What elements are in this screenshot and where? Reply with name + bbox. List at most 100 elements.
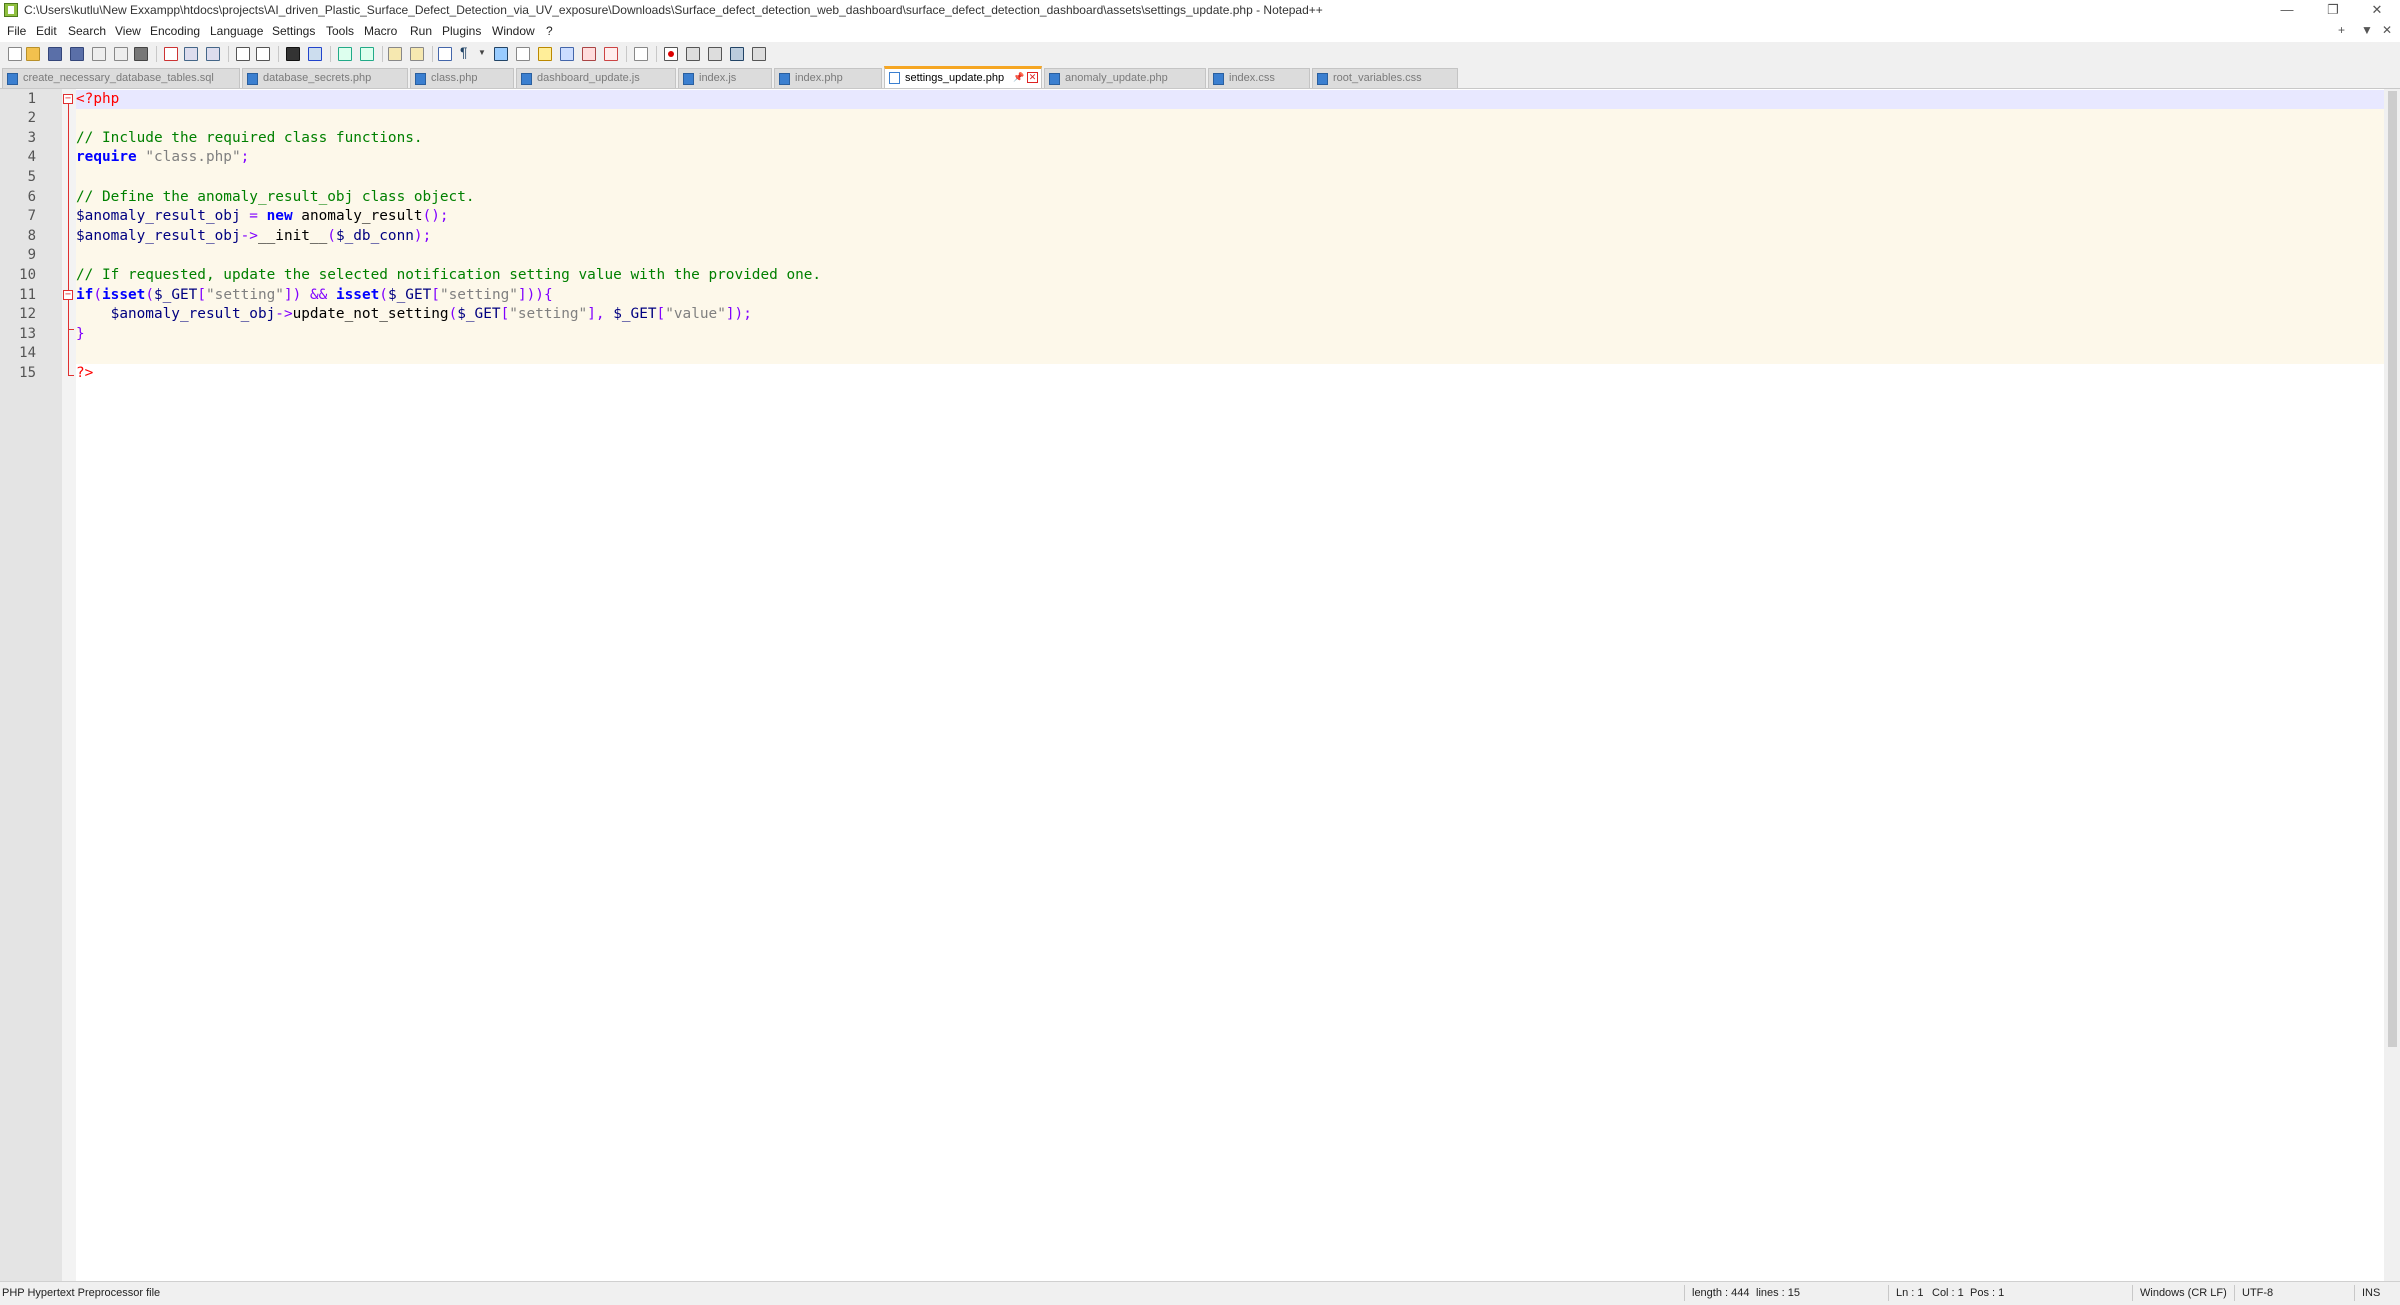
- code-token: ?>: [76, 364, 94, 381]
- open-file-icon[interactable]: [26, 47, 40, 61]
- dropdown-arrow-icon[interactable]: ▼: [478, 48, 488, 62]
- close-all-icon[interactable]: [114, 47, 128, 61]
- close-tab-icon[interactable]: ✕: [1027, 72, 1038, 83]
- menu-run[interactable]: Run: [410, 24, 432, 38]
- zoom-in-icon[interactable]: [338, 47, 352, 61]
- record-macro-icon[interactable]: [664, 47, 678, 61]
- status-ln[interactable]: Ln : 1: [1896, 1287, 1924, 1299]
- status-separator: [2354, 1285, 2355, 1301]
- menu-window[interactable]: Window: [492, 24, 535, 38]
- tab-root-variables-css[interactable]: root_variables.css: [1312, 68, 1458, 88]
- save-macro-icon[interactable]: [752, 47, 766, 61]
- show-all-characters-icon[interactable]: ¶: [460, 44, 474, 60]
- close-file-icon[interactable]: [92, 47, 106, 61]
- play-macro-icon[interactable]: [708, 47, 722, 61]
- save-all-icon[interactable]: [70, 47, 84, 61]
- menu-edit[interactable]: Edit: [36, 24, 57, 38]
- status-insert-mode[interactable]: INS: [2362, 1287, 2380, 1299]
- toolbar-separator: [156, 46, 157, 62]
- stop-macro-icon[interactable]: [686, 47, 700, 61]
- code-token: $anomaly_result_obj: [76, 227, 241, 244]
- tab-dashboard-update-js[interactable]: dashboard_update.js: [516, 68, 676, 88]
- menu-plugins[interactable]: Plugins: [442, 24, 481, 38]
- doc-list-icon[interactable]: [582, 47, 596, 61]
- menu-language[interactable]: Language: [210, 24, 263, 38]
- fold-collapse-icon[interactable]: −: [63, 290, 73, 300]
- menu-file[interactable]: File: [7, 24, 26, 38]
- document-map-icon[interactable]: [516, 47, 530, 61]
- paste-icon[interactable]: [206, 47, 220, 61]
- close-document-icon[interactable]: ✕: [2382, 23, 2392, 37]
- find-icon[interactable]: [286, 47, 300, 61]
- line-number: 13: [19, 325, 36, 342]
- menu-tools[interactable]: Tools: [326, 24, 354, 38]
- menu-help[interactable]: ?: [546, 24, 553, 38]
- menu-encoding[interactable]: Encoding: [150, 24, 200, 38]
- code-line: // Define the anomaly_result_obj class o…: [76, 188, 475, 208]
- new-tab-plus-icon[interactable]: +: [2338, 23, 2345, 37]
- menu-search[interactable]: Search: [68, 24, 106, 38]
- function-list-icon[interactable]: [538, 47, 552, 61]
- code-token: $_GET: [613, 306, 657, 323]
- view-icon[interactable]: [634, 47, 648, 61]
- pin-tab-icon[interactable]: 📌: [1013, 72, 1024, 83]
- minimize-button[interactable]: —: [2264, 0, 2310, 22]
- tab-database-secrets[interactable]: database_secrets.php: [242, 68, 408, 88]
- close-window-button[interactable]: ✕: [2354, 0, 2400, 22]
- zoom-out-icon[interactable]: [360, 47, 374, 61]
- tab-index-php[interactable]: index.php: [774, 68, 882, 88]
- menu-settings[interactable]: Settings: [272, 24, 315, 38]
- tab-list-dropdown-icon[interactable]: ▼: [2361, 23, 2373, 37]
- fold-end-marker: [68, 375, 74, 376]
- status-pos[interactable]: Pos : 1: [1970, 1287, 2004, 1299]
- scrollbar-thumb[interactable]: [2388, 91, 2397, 1047]
- new-file-icon[interactable]: [8, 47, 22, 61]
- code-token: =: [240, 208, 267, 225]
- code-token: // If requested, update the selected not…: [76, 266, 822, 283]
- code-editor[interactable]: − − 1 2 3 4 5 6 7 8 9 10 11 12 13 14 15 <?php// Includ…: [0, 88, 2400, 1281]
- status-eol[interactable]: Windows (CR LF): [2140, 1287, 2227, 1299]
- vertical-scrollbar[interactable]: [2384, 89, 2400, 1281]
- tab-create-necessary-database-tables[interactable]: create_necessary_database_tables.sql: [2, 68, 240, 88]
- word-wrap-icon[interactable]: [438, 47, 452, 61]
- status-encoding[interactable]: UTF-8: [2242, 1287, 2273, 1299]
- save-icon[interactable]: [48, 47, 62, 61]
- run-macro-multiple-icon[interactable]: [730, 47, 744, 61]
- code-line: // Include the required class functions.: [76, 129, 423, 149]
- code-token: update_not_setting: [292, 306, 449, 323]
- tab-settings-update-php[interactable]: settings_update.php 📌 ✕: [884, 66, 1042, 88]
- code-line: <?php: [76, 90, 119, 110]
- sync-horizontal-icon[interactable]: [410, 47, 424, 61]
- code-token: anomaly_result: [292, 208, 423, 225]
- code-line: $anomaly_result_obj->__init__($_db_conn)…: [76, 227, 431, 247]
- monitoring-icon[interactable]: [604, 47, 618, 61]
- file-icon: [683, 73, 694, 85]
- tab-anomaly-update-php[interactable]: anomaly_update.php: [1044, 68, 1206, 88]
- menu-view[interactable]: View: [115, 24, 141, 38]
- sync-vertical-icon[interactable]: [388, 47, 402, 61]
- redo-icon[interactable]: [256, 47, 270, 61]
- menu-macro[interactable]: Macro: [364, 24, 397, 38]
- cut-icon[interactable]: [164, 47, 178, 61]
- replace-icon[interactable]: [308, 47, 322, 61]
- status-file-type: PHP Hypertext Preprocessor file: [2, 1287, 161, 1299]
- code-token: $anomaly_result_obj: [76, 208, 241, 225]
- toolbar-separator: [330, 46, 331, 62]
- fold-margin[interactable]: [62, 89, 76, 1281]
- fold-collapse-icon[interactable]: −: [63, 94, 73, 104]
- tab-index-js[interactable]: index.js: [678, 68, 772, 88]
- code-line: ?>: [76, 364, 93, 384]
- status-col[interactable]: Col : 1: [1932, 1287, 1964, 1299]
- folder-as-workspace-icon[interactable]: [560, 47, 574, 61]
- undo-icon[interactable]: [236, 47, 250, 61]
- file-icon: [1317, 73, 1328, 85]
- restore-button[interactable]: ❐: [2310, 0, 2356, 22]
- status-separator: [1684, 1285, 1685, 1301]
- line-number: 14: [19, 345, 36, 362]
- tab-class-php[interactable]: class.php: [410, 68, 514, 88]
- print-icon[interactable]: [134, 47, 148, 61]
- indent-guide-icon[interactable]: [494, 47, 508, 61]
- code-token: (: [448, 306, 458, 323]
- tab-index-css[interactable]: index.css: [1208, 68, 1310, 88]
- copy-icon[interactable]: [184, 47, 198, 61]
